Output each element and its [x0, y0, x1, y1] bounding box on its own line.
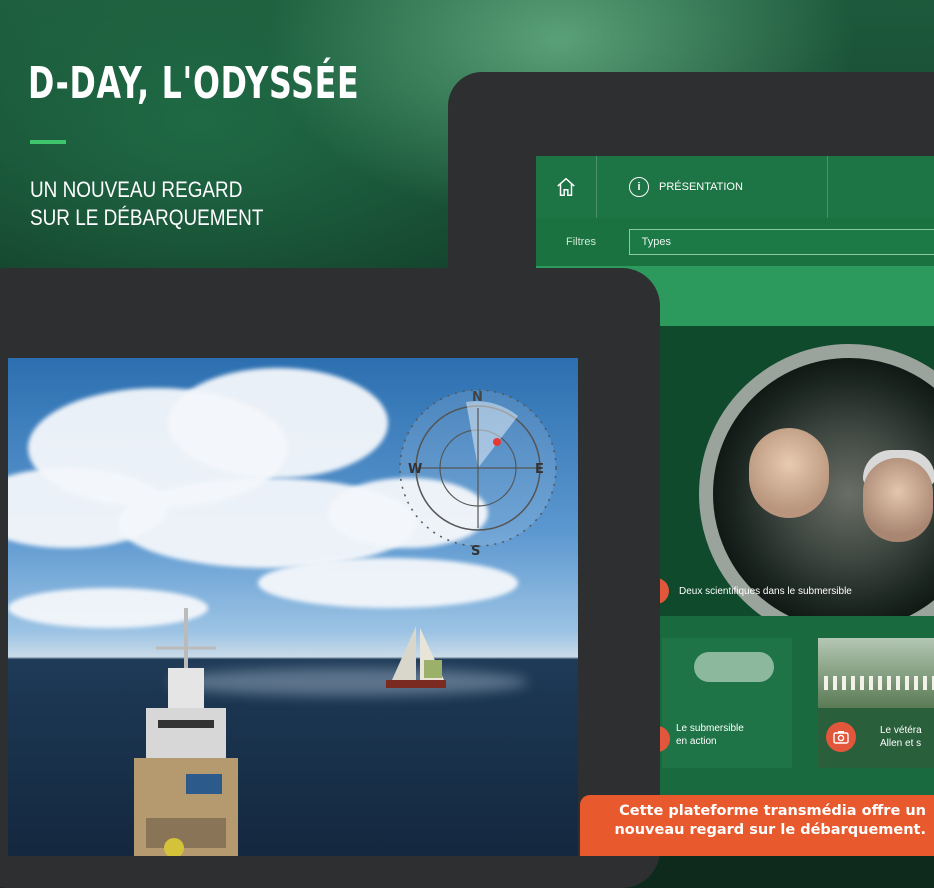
- feature-marker: [659, 578, 669, 604]
- graves-row: [824, 676, 934, 690]
- scientist-face: [749, 428, 829, 518]
- card-caption-line2: en action: [676, 736, 717, 747]
- ship: [134, 608, 238, 856]
- types-select[interactable]: Types: [628, 229, 934, 255]
- home-button[interactable]: [536, 156, 596, 218]
- tab-presentation-label: PRÉSENTATION: [659, 181, 743, 193]
- porthole-photo: [699, 344, 934, 616]
- page-subtitle: UN NOUVEAU REGARD SUR LE DÉBARQUEMENT: [30, 176, 263, 232]
- cemetery-image: [818, 638, 934, 708]
- card-caption: Le submersible en action: [676, 722, 744, 748]
- subtitle-line-1: UN NOUVEAU REGARD: [30, 177, 243, 202]
- media-card-veteran[interactable]: Le vétéra Allen et s: [818, 638, 934, 768]
- compass-north-label: N: [472, 390, 483, 405]
- title-accent-rule: [30, 140, 66, 144]
- cloud: [258, 558, 518, 608]
- feature-card[interactable]: Deux scientifiques dans le submersible: [659, 326, 934, 616]
- compass-west-label: W: [408, 462, 423, 477]
- callout-line-2: nouveau regard sur le débarquement.: [614, 822, 926, 838]
- top-nav: i PRÉSENTATION: [536, 156, 934, 218]
- info-icon: i: [629, 177, 649, 197]
- camera-icon: [833, 731, 849, 744]
- submersible-image: [694, 652, 774, 682]
- filters-label: Filtres: [566, 236, 596, 248]
- subtitle-line-2: SUR LE DÉBARQUEMENT: [30, 205, 264, 230]
- front-tablet-screen[interactable]: N S W E: [8, 358, 578, 856]
- card-caption: Le vétéra Allen et s: [880, 724, 922, 750]
- scientist-face: [863, 458, 933, 542]
- sailboat: [386, 626, 446, 688]
- media-card-submersible[interactable]: Le submersible en action: [662, 638, 792, 768]
- compass-east-label: E: [535, 462, 544, 477]
- filters-bar: Filtres Types: [536, 218, 934, 266]
- card-caption-line2: Allen et s: [880, 738, 922, 749]
- feature-caption: Deux scientifiques dans le submersible: [679, 586, 852, 597]
- compass-south-label: S: [471, 544, 481, 559]
- camera-button[interactable]: [826, 722, 856, 752]
- callout-caption: Cette plateforme transmédia offre un nou…: [580, 795, 934, 856]
- cloud: [168, 368, 388, 478]
- home-icon: [557, 177, 575, 196]
- callout-line-1: Cette plateforme transmédia offre un: [619, 803, 926, 819]
- nav-separator: [826, 156, 828, 218]
- tab-presentation[interactable]: i PRÉSENTATION: [597, 156, 767, 218]
- card-caption-line1: Le vétéra: [880, 725, 922, 736]
- card-caption-line1: Le submersible: [676, 723, 744, 734]
- page-title: D-DAY, L'ODYSSÉE: [28, 58, 360, 109]
